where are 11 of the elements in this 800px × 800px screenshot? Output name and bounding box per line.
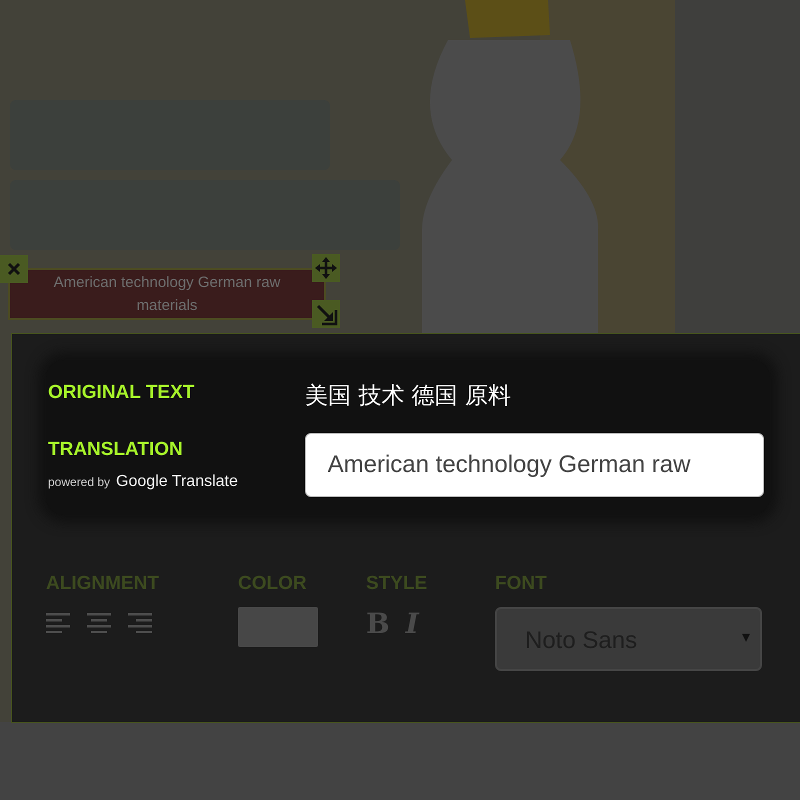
original-text-label: ORIGINAL TEXT — [48, 382, 196, 404]
close-icon[interactable] — [0, 255, 28, 283]
provider-logo-text: Google Translate — [116, 473, 238, 491]
text-overlay-box[interactable]: American technology German raw materials — [8, 268, 326, 320]
translation-label: TRANSLATION — [48, 439, 184, 461]
move-icon[interactable] — [312, 254, 340, 282]
original-text: 美国 技术 德国 原料 — [305, 382, 511, 411]
resize-icon[interactable] — [312, 300, 340, 328]
translation-field[interactable]: American technology German raw — [304, 433, 764, 497]
powered-by-text: powered by — [48, 475, 110, 489]
overlay-text: American technology German raw materials — [52, 273, 282, 316]
